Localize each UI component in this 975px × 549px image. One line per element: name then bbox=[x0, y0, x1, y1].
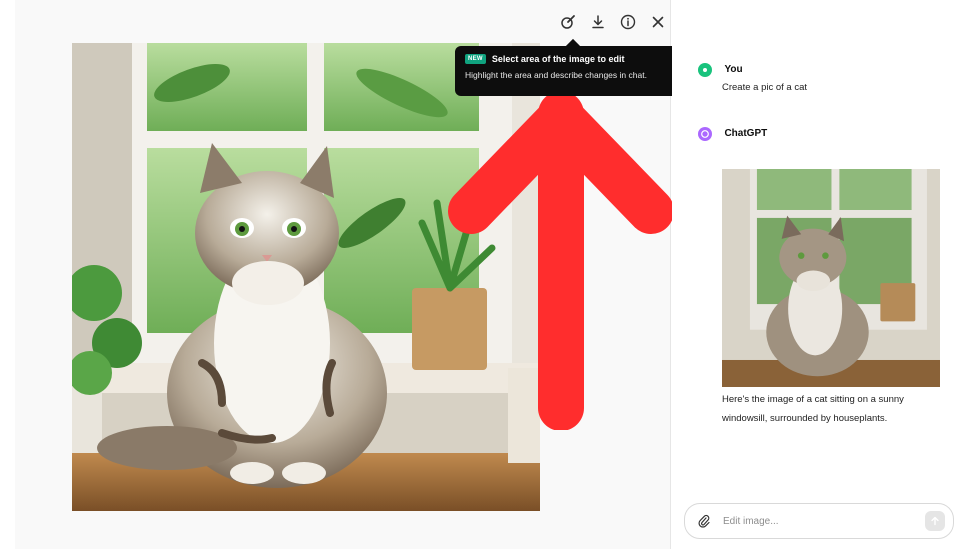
assistant-message: ChatGPT bbox=[698, 125, 767, 143]
close-icon bbox=[652, 16, 664, 28]
chatgpt-avatar bbox=[698, 126, 712, 141]
new-badge: NEW bbox=[465, 54, 486, 64]
assistant-caption-line-2: windowsill, surrounded by houseplants. bbox=[722, 413, 888, 424]
assistant-caption-line-1: Here's the image of a cat sitting on a s… bbox=[722, 394, 904, 405]
edit-area-tooltip: NEW Select area of the image to edit Hig… bbox=[455, 46, 691, 96]
viewer-toolbar bbox=[558, 12, 668, 32]
image-thumbnail[interactable] bbox=[722, 169, 940, 387]
user-avatar bbox=[698, 62, 712, 77]
download-button[interactable] bbox=[588, 12, 608, 32]
info-icon bbox=[620, 14, 636, 30]
chat-panel: You Create a pic of a cat ChatGPT Here's… bbox=[672, 0, 975, 549]
tooltip-header: NEW Select area of the image to edit bbox=[465, 54, 681, 64]
edit-image-composer bbox=[684, 503, 954, 539]
user-message-text: Create a pic of a cat bbox=[722, 82, 808, 93]
user-message: You Create a pic of a cat bbox=[698, 61, 807, 97]
assistant-sender-name: ChatGPT bbox=[724, 128, 768, 140]
select-area-brush-icon bbox=[561, 15, 575, 29]
paperclip-icon[interactable] bbox=[697, 514, 711, 528]
select-area-button[interactable] bbox=[558, 12, 578, 32]
close-viewer-button[interactable] bbox=[648, 12, 668, 32]
send-button[interactable] bbox=[925, 511, 945, 531]
cat-illustration bbox=[72, 43, 540, 511]
tooltip-title: Select area of the image to edit bbox=[491, 54, 625, 64]
info-button[interactable] bbox=[618, 12, 638, 32]
arrow-up-icon bbox=[931, 516, 939, 526]
user-sender-name: You bbox=[724, 64, 743, 76]
tooltip-body: Highlight the area and describe changes … bbox=[465, 70, 647, 80]
user-avatar-icon bbox=[703, 67, 707, 72]
edit-image-input[interactable] bbox=[723, 515, 925, 527]
download-icon bbox=[592, 15, 604, 29]
app-window: NEW Select area of the image to edit Hig… bbox=[0, 0, 975, 549]
openai-logo-icon bbox=[701, 129, 709, 138]
image-viewer-panel: NEW Select area of the image to edit Hig… bbox=[15, 0, 691, 549]
cat-thumbnail-illustration bbox=[722, 169, 940, 387]
generated-image[interactable] bbox=[72, 43, 540, 511]
